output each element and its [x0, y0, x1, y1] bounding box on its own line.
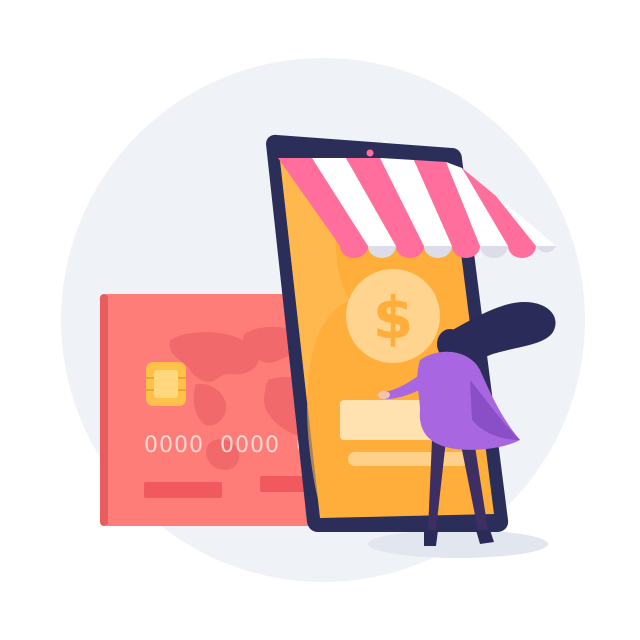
- payment-illustration: 0000 0000 0000: [61, 58, 585, 582]
- dollar-coin-icon: $: [346, 269, 440, 363]
- phone-camera-icon: [366, 149, 374, 157]
- floor-shadow: [368, 530, 548, 558]
- card-stripe-left: [144, 482, 222, 498]
- card-number-group-2: 0000: [220, 433, 280, 458]
- card-chip-icon: [146, 362, 186, 406]
- card-number-group-1: 0000: [144, 433, 204, 458]
- dollar-symbol: $: [373, 284, 413, 352]
- phone-button-bar: [348, 452, 468, 466]
